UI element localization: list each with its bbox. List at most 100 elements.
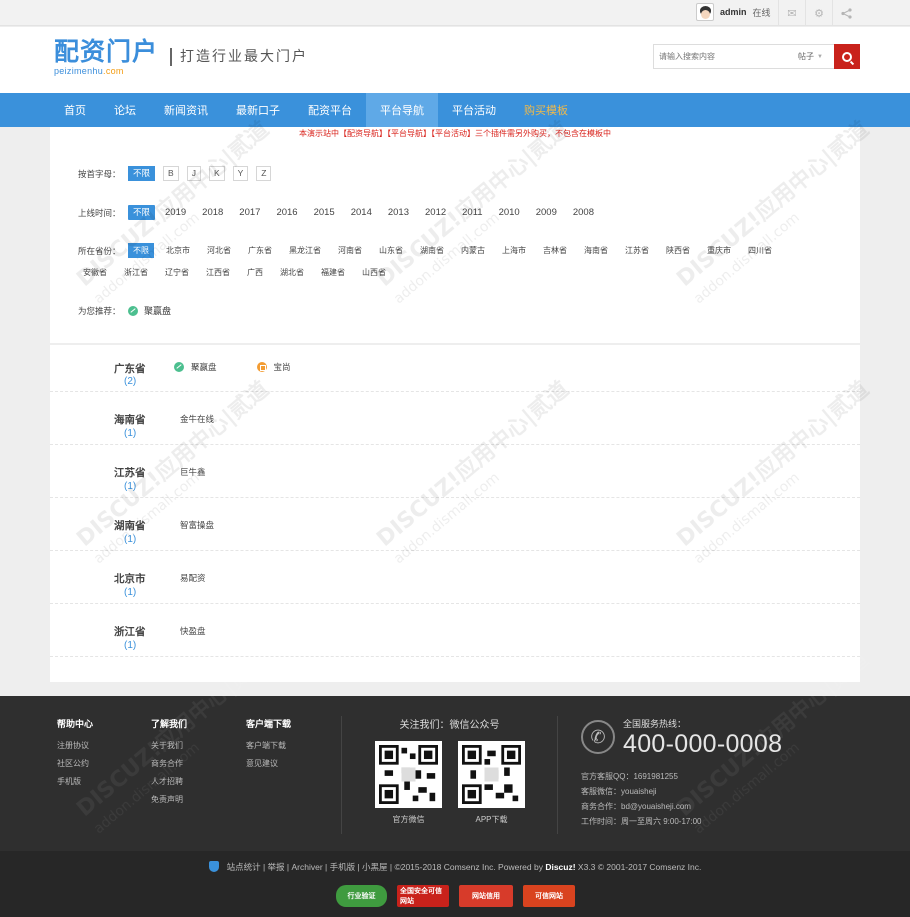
site-logo[interactable]: 配资门户 peizimenhu.com xyxy=(54,39,158,77)
contact-email[interactable]: 商务合作：bd@youaisheji.com xyxy=(581,799,701,814)
footer-link[interactable]: 关于我们 xyxy=(151,737,187,755)
province-option[interactable]: 北京市 xyxy=(161,243,195,258)
platform-link[interactable]: 聚赢盘 xyxy=(174,361,217,373)
footer-link[interactable]: 意见建议 xyxy=(246,755,291,773)
province-option[interactable]: 浙江省 xyxy=(119,265,153,280)
user-info[interactable]: admin 在线 xyxy=(696,3,771,21)
gear-icon[interactable]: ⚙ xyxy=(805,0,832,26)
footer-link[interactable]: 社区公约 xyxy=(57,755,93,773)
province-option[interactable]: 江苏省 xyxy=(620,243,654,258)
platform-link[interactable]: 易配资 xyxy=(180,572,206,584)
nav-item-platform-nav[interactable]: 平台导航 xyxy=(366,93,438,127)
province-name[interactable]: 广东省 xyxy=(114,361,146,376)
share-icon[interactable] xyxy=(832,0,859,26)
province-option[interactable]: 河北省 xyxy=(202,243,236,258)
username[interactable]: admin xyxy=(720,7,747,17)
year-option[interactable]: 2008 xyxy=(568,205,599,220)
letter-option[interactable]: K xyxy=(208,166,225,181)
province-option[interactable]: 不限 xyxy=(128,243,154,258)
platform-link[interactable]: 快盈盘 xyxy=(180,625,206,637)
footer-link[interactable]: 手机版 xyxy=(57,773,93,791)
discuz-brand[interactable]: Discuz! xyxy=(545,862,575,872)
badge-industry[interactable]: 行业验证 xyxy=(336,885,387,907)
year-option[interactable]: 2017 xyxy=(234,205,265,220)
province-option[interactable]: 内蒙古 xyxy=(456,243,490,258)
platform-link[interactable]: 金牛在线 xyxy=(180,413,214,425)
province-count: (1) xyxy=(124,587,137,598)
province-option[interactable]: 辽宁省 xyxy=(160,265,194,280)
province-name[interactable]: 北京市 xyxy=(114,571,146,586)
province-name[interactable]: 海南省 xyxy=(114,412,146,427)
contact-hours: 工作时间：周一至周六 9:00-17:00 xyxy=(581,817,702,826)
letter-option[interactable]: B xyxy=(163,166,179,181)
province-option[interactable]: 重庆市 xyxy=(702,243,736,258)
footer-link[interactable]: 人才招聘 xyxy=(151,773,187,791)
nav-item-buy-template[interactable]: 购买模板 xyxy=(510,93,582,127)
list-item: 北京市 (1) 易配资 xyxy=(50,551,860,604)
badge-trusted-site[interactable]: 可信网站 xyxy=(523,885,575,907)
recommend-row: 为您推荐： 聚赢盘 xyxy=(78,304,171,317)
province-option[interactable]: 广东省 xyxy=(243,243,277,258)
footer-link[interactable]: 注册协议 xyxy=(57,737,93,755)
search-input[interactable] xyxy=(654,45,794,68)
badge-safe-site[interactable]: 全国安全可信网站 xyxy=(397,885,449,907)
platform-link[interactable]: 智富操盘 xyxy=(180,519,214,531)
year-option[interactable]: 2018 xyxy=(197,205,228,220)
nav-item-platforms[interactable]: 配资平台 xyxy=(294,93,366,127)
search-type-select[interactable]: 帖子 ▼ xyxy=(794,45,834,68)
province-option[interactable]: 湖南省 xyxy=(415,243,449,258)
province-option[interactable]: 河南省 xyxy=(333,243,367,258)
divider xyxy=(341,716,342,834)
footer-link[interactable]: 商务合作 xyxy=(151,755,187,773)
year-option[interactable]: 2019 xyxy=(160,205,191,220)
province-option[interactable]: 四川省 xyxy=(743,243,777,258)
year-option[interactable]: 2016 xyxy=(271,205,302,220)
province-option[interactable]: 黑龙江省 xyxy=(284,243,326,258)
year-option[interactable]: 2013 xyxy=(383,205,414,220)
nav-item-latest[interactable]: 最新口子 xyxy=(222,93,294,127)
year-option[interactable]: 2011 xyxy=(457,205,487,220)
mail-icon[interactable]: ✉ xyxy=(778,0,805,26)
province-option[interactable]: 海南省 xyxy=(579,243,613,258)
main-nav: 首页 论坛 新闻资讯 最新口子 配资平台 平台导航 平台活动 购买模板 xyxy=(0,93,910,127)
province-name[interactable]: 江苏省 xyxy=(114,465,146,480)
search-button[interactable] xyxy=(834,44,860,69)
badge-credit[interactable]: 网站信用 xyxy=(459,885,513,907)
platform-icon xyxy=(128,305,138,316)
letter-option[interactable]: 不限 xyxy=(128,166,156,181)
footer-link[interactable]: 客户端下载 xyxy=(246,737,291,755)
avatar[interactable] xyxy=(696,3,714,21)
recommend-item[interactable]: 聚赢盘 xyxy=(144,304,171,317)
footer-col-title: 了解我们 xyxy=(151,719,188,729)
nav-item-activities[interactable]: 平台活动 xyxy=(438,93,510,127)
footer-link[interactable]: 免责声明 xyxy=(151,791,187,809)
province-option[interactable]: 福建省 xyxy=(316,265,350,280)
letter-option[interactable]: Y xyxy=(232,166,249,181)
province-option[interactable]: 江西省 xyxy=(201,265,235,280)
year-option[interactable]: 不限 xyxy=(128,205,156,220)
letter-option[interactable]: Z xyxy=(256,166,272,181)
year-option[interactable]: 2015 xyxy=(309,205,340,220)
province-option[interactable]: 湖北省 xyxy=(275,265,309,280)
year-option[interactable]: 2014 xyxy=(346,205,377,220)
province-option[interactable]: 陕西省 xyxy=(661,243,695,258)
province-option[interactable]: 上海市 xyxy=(497,243,531,258)
province-option[interactable]: 吉林省 xyxy=(538,243,572,258)
province-option[interactable]: 山东省 xyxy=(374,243,408,258)
nav-item-news[interactable]: 新闻资讯 xyxy=(150,93,222,127)
year-option[interactable]: 2010 xyxy=(494,205,525,220)
bottom-links[interactable]: 站点统计 | 举报 | Archiver | 手机版 | 小黑屋 | ©2015… xyxy=(227,862,543,872)
province-name[interactable]: 浙江省 xyxy=(114,624,146,639)
nav-item-home[interactable]: 首页 xyxy=(50,93,100,127)
platform-link[interactable]: 巨牛鑫 xyxy=(180,466,206,478)
nav-item-forum[interactable]: 论坛 xyxy=(100,93,150,127)
year-option[interactable]: 2012 xyxy=(420,205,451,220)
qr-caption: APP下载 xyxy=(475,815,508,824)
province-option[interactable]: 广西 xyxy=(242,265,268,280)
year-option[interactable]: 2009 xyxy=(531,205,562,220)
letter-option[interactable]: J xyxy=(186,166,201,181)
province-name[interactable]: 湖南省 xyxy=(114,518,146,533)
province-option[interactable]: 安徽省 xyxy=(78,265,112,280)
province-option[interactable]: 山西省 xyxy=(357,265,391,280)
platform-link[interactable]: 宝尚 xyxy=(256,361,291,373)
